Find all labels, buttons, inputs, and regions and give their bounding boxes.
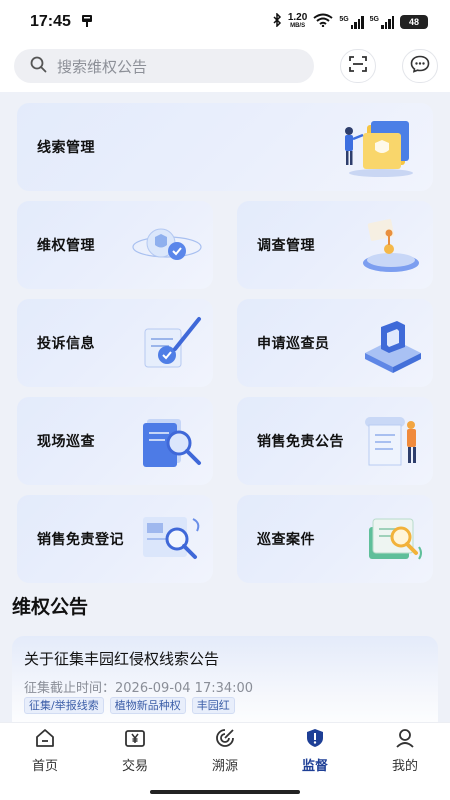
card-label: 现场巡查 [37, 434, 95, 450]
tab-label: 首页 [31, 759, 58, 774]
inspector-badge-illustration [361, 313, 425, 379]
chat-bubble-icon [410, 55, 430, 77]
exemption-notice-illustration [361, 411, 425, 477]
status-bar: 17:45 1.20 MB/S 5G 5G 48 [0, 0, 450, 44]
wifi-icon [313, 13, 333, 32]
signal-icon-sim2: 5G [370, 15, 394, 29]
message-button[interactable] [402, 49, 438, 83]
tab-label: 监督 [301, 759, 328, 774]
user-icon [394, 727, 416, 753]
card-rights-management[interactable]: 维权管理 [17, 201, 213, 289]
tab-trace[interactable]: 溯源 [180, 723, 270, 784]
notification-icon [81, 13, 93, 32]
card-apply-inspector[interactable]: 申请巡查员 [237, 299, 433, 387]
investigation-magnifier-illustration [359, 215, 425, 281]
tab-label: 溯源 [211, 759, 238, 774]
notice-deadline: 征集截止时间：2026-09-04 17:34:00 [24, 681, 254, 696]
battery-indicator: 48 [400, 15, 428, 29]
card-label: 销售免责公告 [257, 434, 344, 450]
card-label: 维权管理 [37, 238, 95, 254]
main-content: 线索管理 维权管理 调查管理 投诉信息 申请巡查员 现场巡查 销售免责公告 销售… [0, 92, 450, 722]
field-search-illustration [141, 409, 207, 477]
notice-card[interactable]: 关于征集丰园红侵权线索公告 征集截止时间：2026-09-04 17:34:00… [12, 636, 438, 722]
search-icon [30, 56, 47, 77]
tab-trade[interactable]: 交易 [90, 723, 180, 784]
bluetooth-icon [272, 11, 282, 32]
card-label: 巡查案件 [257, 532, 315, 548]
section-title-notices: 维权公告 [12, 596, 89, 618]
status-time: 17:45 [30, 13, 71, 30]
rights-shield-illustration [131, 219, 203, 277]
card-label: 销售免责登记 [37, 532, 124, 548]
notice-tag: 征集/举报线索 [24, 697, 104, 714]
card-label: 调查管理 [257, 238, 315, 254]
search-placeholder: 搜索维权公告 [57, 57, 148, 76]
tab-mine[interactable]: 我的 [360, 723, 450, 784]
home-indicator [0, 784, 450, 800]
shield-alert-icon [304, 727, 326, 753]
card-complaint-info[interactable]: 投诉信息 [17, 299, 213, 387]
notice-tags: 征集/举报线索 植物新品种权 丰园红 [24, 697, 235, 714]
complaint-pen-illustration [137, 313, 207, 379]
tab-home[interactable]: 首页 [0, 723, 90, 784]
tab-supervise[interactable]: 监督 [270, 723, 360, 784]
card-label: 投诉信息 [37, 336, 95, 352]
home-icon [34, 727, 56, 753]
tab-label: 交易 [121, 759, 148, 774]
scan-button[interactable] [340, 49, 376, 83]
notice-tag: 丰园红 [191, 697, 235, 714]
network-speed: 1.20 MB/S [287, 12, 308, 30]
card-label: 申请巡查员 [257, 336, 330, 352]
notice-tag: 植物新品种权 [109, 697, 186, 714]
yen-wallet-icon [124, 727, 146, 753]
registration-search-illustration [137, 509, 207, 575]
scan-icon [348, 55, 368, 77]
card-clue-management[interactable]: 线索管理 [17, 103, 433, 191]
clue-folder-illustration [337, 117, 417, 183]
card-label: 线索管理 [37, 140, 95, 156]
trace-icon [214, 727, 236, 753]
card-investigation-management[interactable]: 调查管理 [237, 201, 433, 289]
card-inspection-cases[interactable]: 巡查案件 [237, 495, 433, 583]
bottom-tab-bar: 首页 交易 溯源 监督 我的 [0, 722, 450, 784]
card-sales-exemption-registration[interactable]: 销售免责登记 [17, 495, 213, 583]
card-field-inspection[interactable]: 现场巡查 [17, 397, 213, 485]
signal-icon-sim1: 5G [339, 15, 364, 29]
case-magnifier-illustration [361, 507, 427, 575]
search-input[interactable]: 搜索维权公告 [14, 49, 314, 83]
card-sales-exemption-notice[interactable]: 销售免责公告 [237, 397, 433, 485]
search-header: 搜索维权公告 [0, 44, 450, 92]
notice-title: 关于征集丰园红侵权线索公告 [24, 650, 220, 668]
tab-label: 我的 [391, 759, 418, 774]
